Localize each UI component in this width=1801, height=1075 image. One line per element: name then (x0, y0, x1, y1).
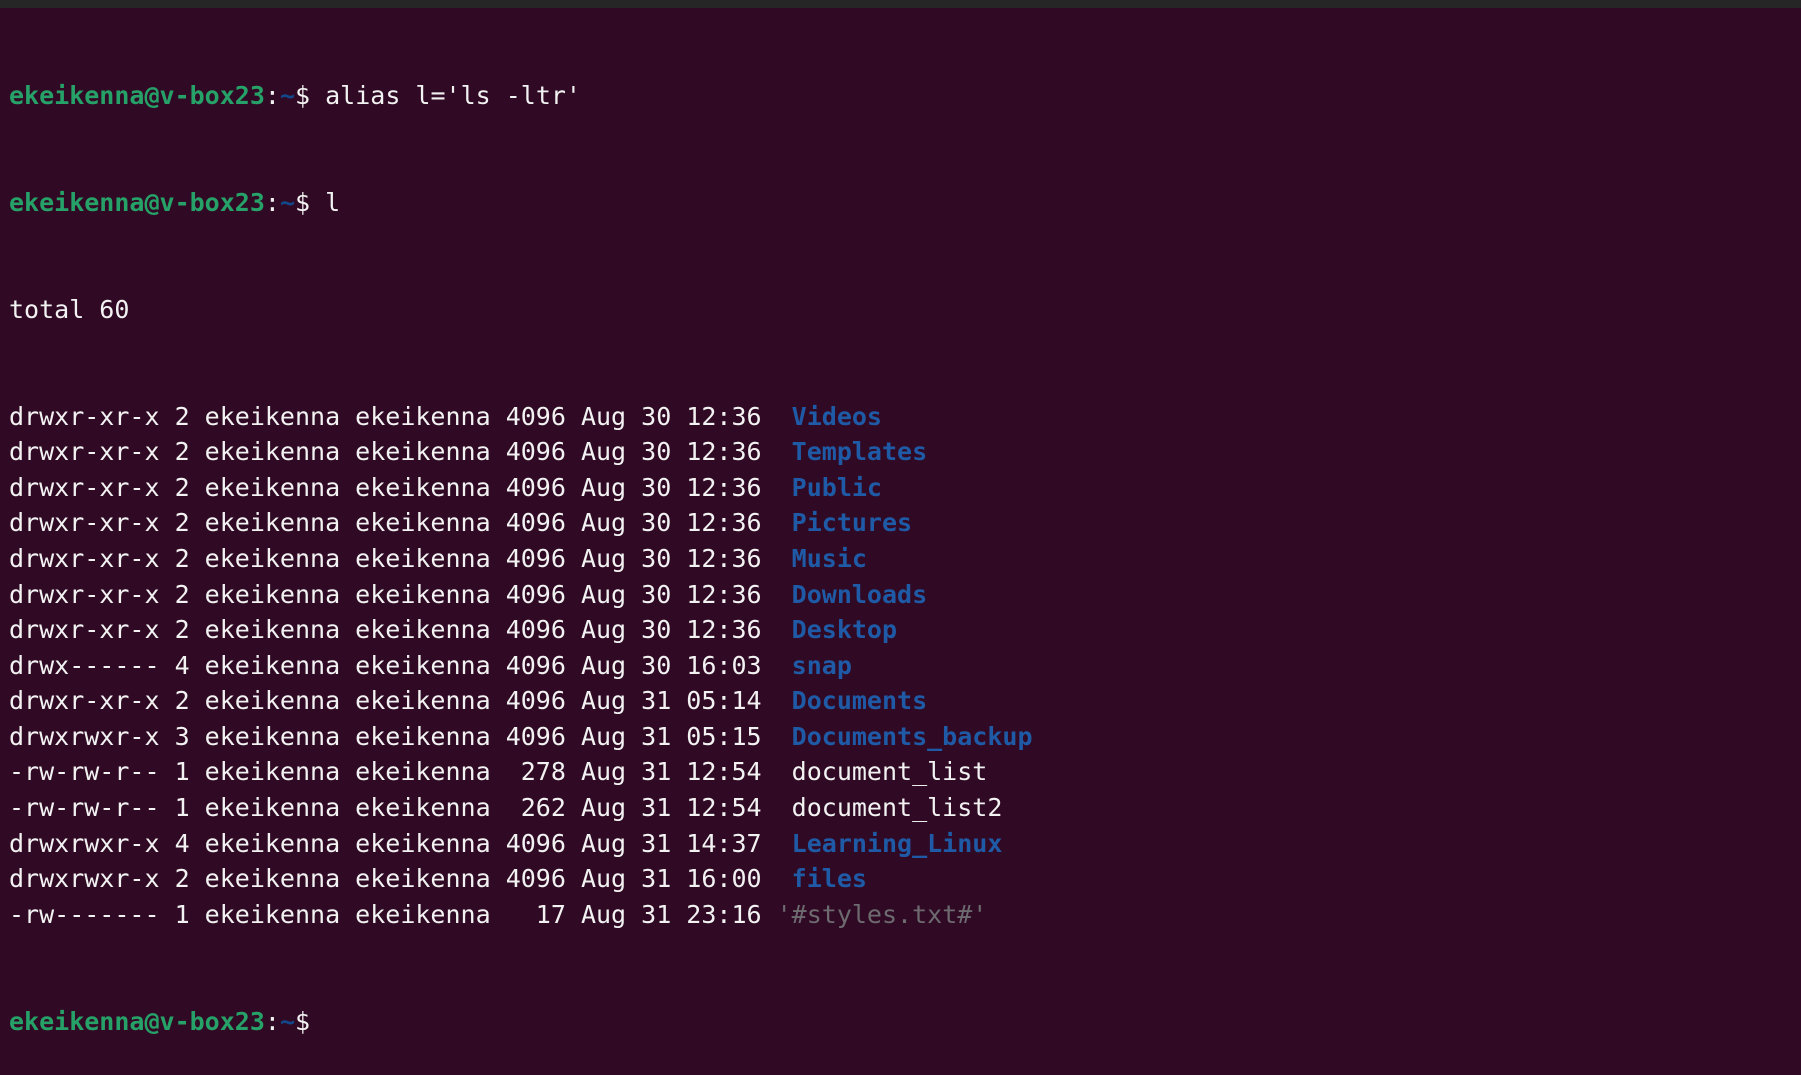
prompt-colon: : (264, 1006, 280, 1036)
directory-name: Templates (791, 437, 928, 467)
directory-name: Learning_Linux (791, 828, 1003, 858)
total-line: total 60 (9, 294, 130, 324)
command-text: l (325, 187, 341, 217)
directory-name: Videos (791, 401, 882, 431)
file-metadata: drwxrwxr-x 2 ekeikenna ekeikenna 4096 Au… (9, 864, 792, 894)
listing-row: drwxr-xr-x 2 ekeikenna ekeikenna 4096 Au… (9, 470, 1033, 506)
listing-row: drwxrwxr-x 4 ekeikenna ekeikenna 4096 Au… (9, 826, 1033, 862)
directory-name: files (791, 864, 867, 894)
file-metadata: drwxr-xr-x 2 ekeikenna ekeikenna 4096 Au… (9, 579, 792, 609)
prompt-colon: : (264, 187, 280, 217)
prompt-path: ~ (279, 81, 295, 111)
file-name: '#styles.txt#' (776, 899, 988, 929)
prompt-line: ekeikenna@v-box23:~$ alias l='ls -ltr' (9, 78, 1033, 114)
file-name: document_list (791, 757, 988, 787)
file-metadata: drwxr-xr-x 2 ekeikenna ekeikenna 4096 Au… (9, 508, 792, 538)
directory-name: Pictures (791, 508, 913, 538)
file-metadata: -rw-rw-r-- 1 ekeikenna ekeikenna 262 Aug… (9, 793, 792, 823)
file-metadata: drwxr-xr-x 2 ekeikenna ekeikenna 4096 Au… (9, 437, 792, 467)
prompt-user-host: ekeikenna@v-box23 (9, 1006, 265, 1036)
file-metadata: drwxr-xr-x 2 ekeikenna ekeikenna 4096 Au… (9, 615, 792, 645)
listing-row: drwxr-xr-x 2 ekeikenna ekeikenna 4096 Au… (9, 505, 1033, 541)
listing: drwxr-xr-x 2 ekeikenna ekeikenna 4096 Au… (9, 399, 1033, 933)
prompt-path: ~ (279, 187, 295, 217)
prompt-colon: : (264, 81, 280, 111)
file-metadata: drwxr-xr-x 2 ekeikenna ekeikenna 4096 Au… (9, 543, 792, 573)
directory-name: Downloads (791, 579, 928, 609)
directory-name: Music (791, 543, 867, 573)
file-metadata: drwxr-xr-x 2 ekeikenna ekeikenna 4096 Au… (9, 472, 792, 502)
file-metadata: drwxrwxr-x 4 ekeikenna ekeikenna 4096 Au… (9, 828, 792, 858)
file-name: document_list2 (791, 793, 1003, 823)
listing-row: drwx------ 4 ekeikenna ekeikenna 4096 Au… (9, 648, 1033, 684)
prompt-user-host: ekeikenna@v-box23 (9, 81, 265, 111)
listing-row: drwxrwxr-x 2 ekeikenna ekeikenna 4096 Au… (9, 861, 1033, 897)
prompt-line[interactable]: ekeikenna@v-box23:~$ (9, 1004, 1033, 1040)
prompt-symbol: $ (295, 1006, 326, 1036)
listing-row: -rw-rw-r-- 1 ekeikenna ekeikenna 278 Aug… (9, 754, 1033, 790)
prompt-user-host: ekeikenna@v-box23 (9, 187, 265, 217)
file-metadata: drwxr-xr-x 2 ekeikenna ekeikenna 4096 Au… (9, 401, 792, 431)
listing-row: drwxr-xr-x 2 ekeikenna ekeikenna 4096 Au… (9, 612, 1033, 648)
listing-row: drwxr-xr-x 2 ekeikenna ekeikenna 4096 Au… (9, 399, 1033, 435)
listing-row: -rw-rw-r-- 1 ekeikenna ekeikenna 262 Aug… (9, 790, 1033, 826)
directory-name: snap (791, 650, 852, 680)
listing-row: drwxr-xr-x 2 ekeikenna ekeikenna 4096 Au… (9, 683, 1033, 719)
listing-row: drwxr-xr-x 2 ekeikenna ekeikenna 4096 Au… (9, 541, 1033, 577)
listing-row: drwxr-xr-x 2 ekeikenna ekeikenna 4096 Au… (9, 434, 1033, 470)
file-metadata: drwx------ 4 ekeikenna ekeikenna 4096 Au… (9, 650, 792, 680)
file-metadata: drwxr-xr-x 2 ekeikenna ekeikenna 4096 Au… (9, 686, 792, 716)
directory-name: Documents (791, 686, 928, 716)
prompt-path: ~ (279, 1006, 295, 1036)
terminal-output[interactable]: ekeikenna@v-box23:~$ alias l='ls -ltr' e… (9, 7, 1033, 1075)
listing-row: drwxrwxr-x 3 ekeikenna ekeikenna 4096 Au… (9, 719, 1033, 755)
file-metadata: -rw-rw-r-- 1 ekeikenna ekeikenna 278 Aug… (9, 757, 792, 787)
prompt-symbol: $ (295, 81, 326, 111)
prompt-line: ekeikenna@v-box23:~$ l (9, 185, 1033, 221)
listing-row: -rw------- 1 ekeikenna ekeikenna 17 Aug … (9, 897, 1033, 933)
file-metadata: -rw------- 1 ekeikenna ekeikenna 17 Aug … (9, 899, 777, 929)
command-text: alias l='ls -ltr' (325, 81, 581, 111)
file-metadata: drwxrwxr-x 3 ekeikenna ekeikenna 4096 Au… (9, 721, 792, 751)
prompt-symbol: $ (295, 187, 326, 217)
directory-name: Public (791, 472, 882, 502)
directory-name: Documents_backup (791, 721, 1033, 751)
directory-name: Desktop (791, 615, 898, 645)
listing-row: drwxr-xr-x 2 ekeikenna ekeikenna 4096 Au… (9, 577, 1033, 613)
